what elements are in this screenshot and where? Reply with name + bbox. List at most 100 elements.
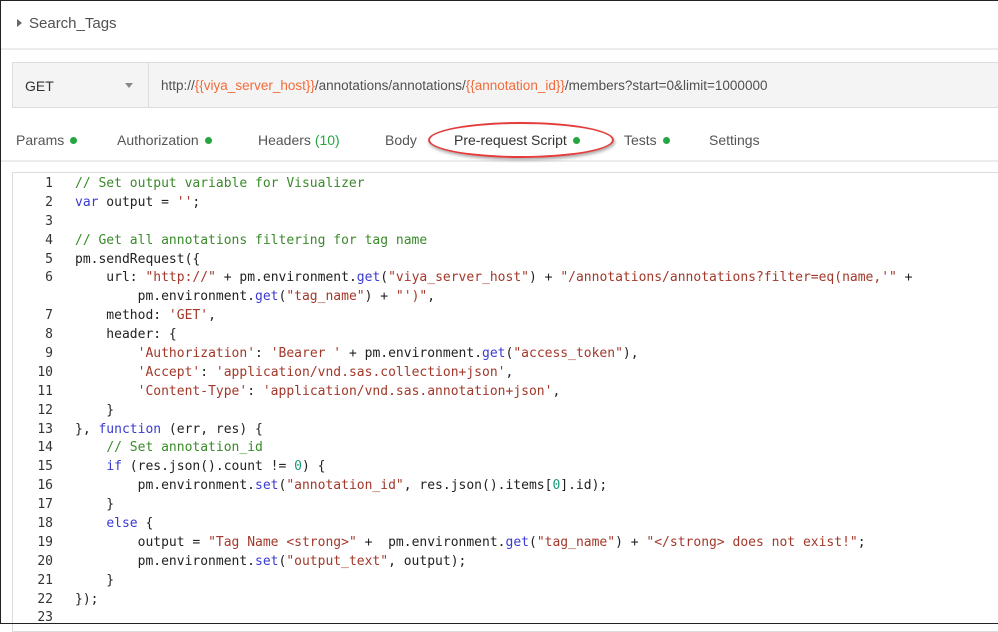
code-token: , res.json().items[ xyxy=(403,478,553,494)
tab-label: Tests xyxy=(624,132,657,148)
line-number: 15 xyxy=(37,459,53,475)
code-token: "output_text" xyxy=(286,553,389,569)
code-token: }, xyxy=(75,421,99,437)
code-token: function xyxy=(98,421,162,437)
line-number: 17 xyxy=(37,497,53,513)
code-token: output = xyxy=(98,194,177,210)
code-token: output = xyxy=(75,534,209,550)
tab-headers[interactable]: Headers (10) xyxy=(258,132,340,148)
code-token: ) + xyxy=(615,534,647,550)
chevron-down-icon xyxy=(125,83,133,88)
code-line: 6 url: "http://" + pm.environment.get("v… xyxy=(13,269,913,288)
line-number: 9 xyxy=(45,346,53,362)
code-token: pm.environment. xyxy=(75,553,256,569)
script-editor[interactable]: 1 // Set output variable for Visualizer 2 v… xyxy=(12,172,998,632)
code-token: + xyxy=(896,270,913,286)
tab-authorization[interactable]: Authorization xyxy=(117,132,212,148)
line-number: 18 xyxy=(37,516,53,532)
code-token: // Get all annotations filtering for tag… xyxy=(75,232,428,248)
method-select[interactable]: GET xyxy=(13,63,149,107)
line-number: 6 xyxy=(45,270,53,286)
tab-label: Authorization xyxy=(117,132,199,148)
code-token: (res.json().count != xyxy=(121,459,295,475)
code-token: method: xyxy=(75,308,169,324)
code-line: 15 if (res.json().count != 0) { xyxy=(13,458,913,477)
code-line: 16 pm.environment.set("annotation_id", r… xyxy=(13,477,913,496)
expand-caret-icon[interactable] xyxy=(17,19,22,27)
tab-label: Params xyxy=(16,132,65,148)
code-line: 17 } xyxy=(13,496,913,515)
code-token: get xyxy=(255,289,279,305)
request-name[interactable]: Search_Tags xyxy=(29,15,117,32)
code-token: ; xyxy=(857,534,866,550)
line-number: 19 xyxy=(37,534,53,550)
url-variable: {{annotation_id}} xyxy=(465,78,565,93)
code-line: 11 'Content-Type': 'application/vnd.sas.… xyxy=(13,383,913,402)
code-line: 1 // Set output variable for Visualizer xyxy=(13,175,913,194)
line-number: 13 xyxy=(37,421,53,437)
line-number: 5 xyxy=(45,251,53,267)
tab-params[interactable]: Params xyxy=(16,132,78,148)
code-token: get xyxy=(356,270,381,286)
code-token: "Tag Name <strong>" xyxy=(208,534,357,550)
code-token: , output); xyxy=(388,553,467,569)
line-number: 1 xyxy=(45,176,53,191)
code-token: "')" xyxy=(395,289,428,305)
url-segment: /members?start=0&limit=1000000 xyxy=(564,78,768,93)
code-token: + pm.environment. xyxy=(356,534,506,550)
code-line: 5 pm.sendRequest({ xyxy=(13,251,913,270)
code-token: : xyxy=(247,383,263,399)
code-line: 13}, function (err, res) { xyxy=(13,421,913,440)
code-line: 2 var output = ''; xyxy=(13,194,913,213)
tab-tests[interactable]: Tests xyxy=(624,132,670,148)
code-token: // Set annotation_id xyxy=(106,440,263,456)
line-number: 12 xyxy=(37,402,53,418)
code-line: 22}); xyxy=(13,591,913,610)
code-token: pm.environment. xyxy=(75,478,256,494)
code-token: ) + xyxy=(364,289,396,305)
code-line: 20 pm.environment.set("output_text", out… xyxy=(13,553,913,572)
code-token: : xyxy=(200,364,216,380)
status-dot-icon xyxy=(204,136,212,144)
code-token: , xyxy=(552,383,561,399)
code-token: pm.sendRequest({ xyxy=(75,251,201,267)
code-token: } xyxy=(75,402,115,418)
code-token: ) + xyxy=(529,270,561,286)
code-token: "annotation_id" xyxy=(286,478,404,494)
code-line: 8 header: { xyxy=(13,326,913,345)
code-token: "/annotations/annotations?filter=eq(name… xyxy=(560,270,897,286)
line-number: 10 xyxy=(37,364,53,380)
line-number: 22 xyxy=(37,591,53,607)
line-number: 23 xyxy=(37,610,53,626)
code-token: ) { xyxy=(301,459,326,475)
line-number: 16 xyxy=(37,478,53,494)
code-token: pm.environment. xyxy=(75,289,256,305)
code-token: 'Content-Type' xyxy=(137,383,248,399)
url-input[interactable]: http://{{viya_server_host}}/annotations/… xyxy=(161,78,767,93)
line-number: 8 xyxy=(45,327,53,343)
code-token: ( xyxy=(380,270,389,286)
url-segment: http:// xyxy=(161,78,195,93)
code-token: 'Authorization' xyxy=(137,346,256,362)
code-token: if xyxy=(106,459,122,475)
line-number: 20 xyxy=(37,553,53,569)
code-line: 3 xyxy=(13,213,913,232)
code-area[interactable]: 1 // Set output variable for Visualizer 2 v… xyxy=(13,175,913,628)
tab-settings[interactable]: Settings xyxy=(709,132,760,148)
line-number: 3 xyxy=(45,213,53,229)
method-label: GET xyxy=(25,78,54,94)
code-token: get xyxy=(482,346,506,362)
tab-body[interactable]: Body xyxy=(385,132,417,148)
code-line: 19 output = "Tag Name <strong>" + pm.env… xyxy=(13,534,913,553)
tab-label: Body xyxy=(385,132,417,148)
code-token: }); xyxy=(75,591,99,607)
code-token: + pm.environment. xyxy=(215,270,357,286)
code-token: 0 xyxy=(294,459,302,475)
code-token: url: xyxy=(75,270,146,286)
code-token: 'application/vnd.sas.annotation+json' xyxy=(262,383,553,399)
code-line: 4 // Get all annotations filtering for ta… xyxy=(13,232,913,251)
code-token: { xyxy=(137,516,154,532)
line-number: 2 xyxy=(45,194,53,210)
